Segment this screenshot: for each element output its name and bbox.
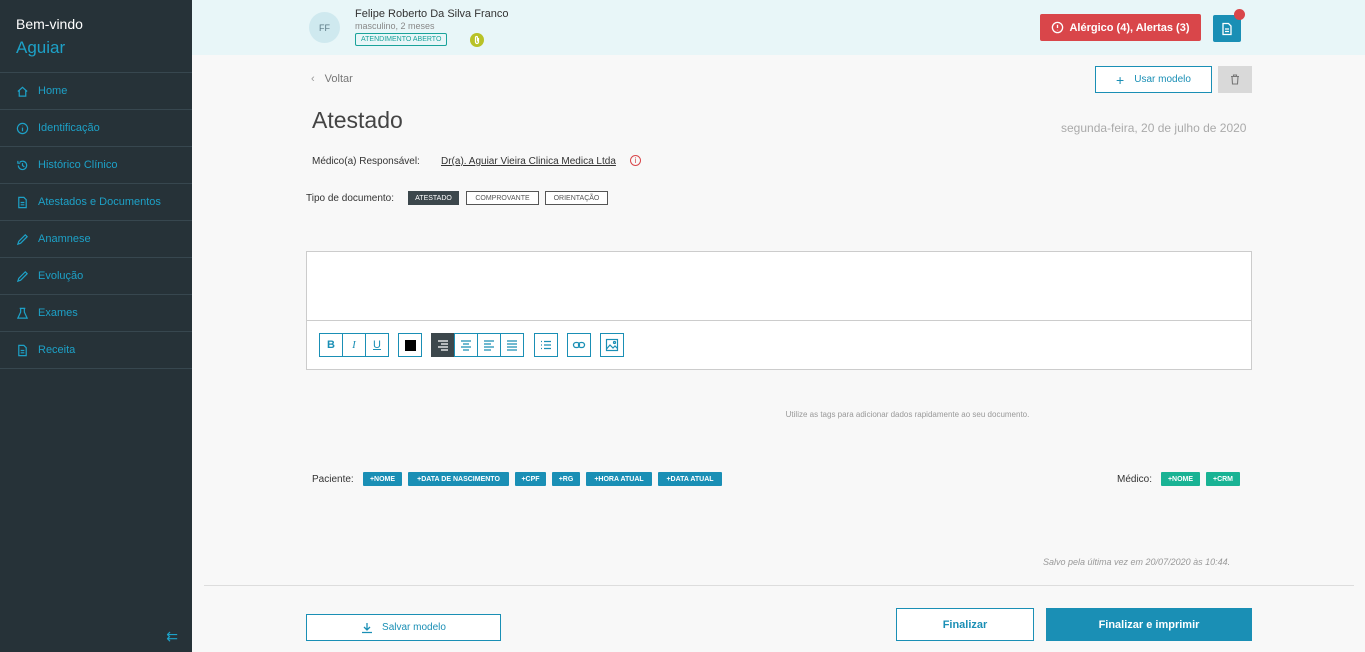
download-icon: [362, 622, 373, 633]
alert-label: Alérgico (4), Alertas (3): [1069, 21, 1190, 34]
back-label: Voltar: [324, 73, 353, 85]
bold-button[interactable]: B: [319, 333, 343, 357]
sidebar-item-label: Evolução: [38, 270, 84, 282]
italic-button[interactable]: I: [342, 333, 366, 357]
image-button[interactable]: [600, 333, 624, 357]
patient-name: Felipe Roberto Da Silva Franco: [355, 8, 509, 20]
tag-doctor-crm[interactable]: +CRM: [1206, 472, 1240, 486]
bullet-list-button[interactable]: [534, 333, 558, 357]
sidebar-item-label: Home: [38, 85, 68, 97]
pencil-icon: [16, 233, 28, 245]
welcome-block: Bem-vindo Aguiar: [0, 0, 192, 73]
sidebar-item-historico[interactable]: Histórico Clínico: [0, 147, 192, 184]
tag-patient-name[interactable]: +NOME: [363, 472, 402, 486]
last-saved-text: Salvo pela última vez em 20/07/2020 às 1…: [1043, 557, 1231, 567]
sidebar-item-identificacao[interactable]: Identificação: [0, 110, 192, 147]
status-badge: ATENDIMENTO ABERTO: [355, 33, 448, 46]
sidebar-item-anamnese[interactable]: Anamnese: [0, 221, 192, 258]
sidebar-item-label: Identificação: [38, 122, 100, 134]
delete-button[interactable]: [1218, 66, 1252, 93]
finalize-button[interactable]: Finalizar: [896, 608, 1034, 641]
trash-icon: [1231, 74, 1239, 85]
save-model-button[interactable]: Salvar modelo: [306, 614, 501, 641]
doc-type-orientacao[interactable]: ORIENTAÇÃO: [545, 191, 608, 205]
image-icon: [605, 338, 619, 352]
paperclip-icon[interactable]: [470, 33, 484, 47]
sidebar-item-label: Anamnese: [38, 233, 91, 245]
avatar: FF: [309, 12, 340, 43]
document-icon: [18, 344, 27, 356]
chevron-left-icon: ‹: [311, 73, 315, 85]
link-button[interactable]: [567, 333, 591, 357]
tag-current-time[interactable]: +HORA ATUAL: [586, 472, 652, 486]
doctor-tags-label: Médico:: [1117, 474, 1153, 485]
color-swatch-icon: [404, 339, 416, 351]
responsible-label: Médico(a) Responsável:: [312, 156, 420, 167]
tag-patient-birthdate[interactable]: +DATA DE NASCIMENTO: [408, 472, 509, 486]
patient-header: FF Felipe Roberto Da Silva Franco mascul…: [192, 0, 1365, 55]
sidebar-item-label: Atestados e Documentos: [38, 196, 161, 208]
finalize-print-button[interactable]: Finalizar e imprimir: [1046, 608, 1252, 641]
divider: [204, 585, 1354, 586]
user-name: Aguiar: [16, 38, 66, 57]
sidebar-item-label: Histórico Clínico: [38, 159, 118, 171]
tags-hint-text: Utilize as tags para adicionar dados rap…: [785, 410, 1030, 419]
document-icon: [18, 196, 27, 208]
page-title: Atestado: [312, 107, 403, 133]
tag-current-date[interactable]: +DATA ATUAL: [658, 472, 722, 486]
align-justify-button[interactable]: [500, 333, 524, 357]
sidebar: Bem-vindo Aguiar Home Identificação Hist…: [0, 0, 192, 652]
back-link[interactable]: ‹ Voltar: [311, 73, 353, 85]
doc-type-atestado[interactable]: ATESTADO: [408, 191, 459, 205]
document-date: segunda-feira, 20 de julho de 2020: [1061, 121, 1247, 135]
info-icon: [16, 122, 29, 134]
save-model-label: Salvar modelo: [382, 622, 446, 633]
tags-hint: Utilize as tags para adicionar dados rap…: [0, 410, 1365, 419]
align-center-button[interactable]: [454, 333, 478, 357]
align-left-button[interactable]: [477, 333, 501, 357]
pencil-icon: [16, 270, 28, 282]
notification-dot: [1234, 9, 1245, 20]
tag-patient-rg[interactable]: +RG: [552, 472, 580, 486]
sidebar-item-home[interactable]: Home: [0, 73, 192, 110]
editor-text-area[interactable]: [307, 252, 1251, 321]
plus-icon: +: [1116, 71, 1125, 88]
use-model-label: Usar modelo: [1134, 74, 1191, 85]
doc-type-label: Tipo de documento:: [306, 193, 395, 204]
sidebar-item-receita[interactable]: Receita: [0, 332, 192, 369]
flask-icon: [16, 307, 29, 319]
patient-info: masculino, 2 meses: [355, 21, 435, 31]
sidebar-item-label: Receita: [38, 344, 76, 356]
allergy-alerts-button[interactable]: Alérgico (4), Alertas (3): [1040, 14, 1201, 41]
align-left-icon: [484, 340, 494, 351]
doc-type-comprovante[interactable]: COMPROVANTE: [466, 191, 539, 205]
tag-patient-cpf[interactable]: +CPF: [515, 472, 546, 486]
align-right-icon: [438, 340, 448, 351]
alert-icon: [1052, 21, 1064, 34]
use-model-button[interactable]: + Usar modelo: [1095, 66, 1212, 93]
bullet-list-icon: [541, 340, 551, 350]
sidebar-item-label: Exames: [38, 307, 78, 319]
tag-doctor-name[interactable]: +NOME: [1161, 472, 1200, 486]
welcome-text: Bem-vindo: [16, 16, 83, 32]
align-justify-icon: [507, 340, 517, 351]
text-color-button[interactable]: [398, 333, 422, 357]
underline-button[interactable]: U: [365, 333, 389, 357]
align-center-icon: [461, 340, 471, 351]
sidebar-item-exames[interactable]: Exames: [0, 295, 192, 332]
sidebar-item-atestados[interactable]: Atestados e Documentos: [0, 184, 192, 221]
patient-tags-label: Paciente:: [312, 474, 354, 485]
align-right-button[interactable]: [431, 333, 455, 357]
history-icon: [17, 160, 28, 170]
home-icon: [17, 86, 28, 97]
link-icon: [572, 341, 586, 349]
collapse-menu-icon[interactable]: ⇇: [166, 628, 178, 645]
responsible-doctor-link[interactable]: Dr(a). Aguiar Vieira Clinica Medica Ltda: [441, 156, 616, 167]
sidebar-item-evolucao[interactable]: Evolução: [0, 258, 192, 295]
document-icon: [1222, 22, 1232, 35]
info-icon[interactable]: i: [630, 155, 641, 166]
